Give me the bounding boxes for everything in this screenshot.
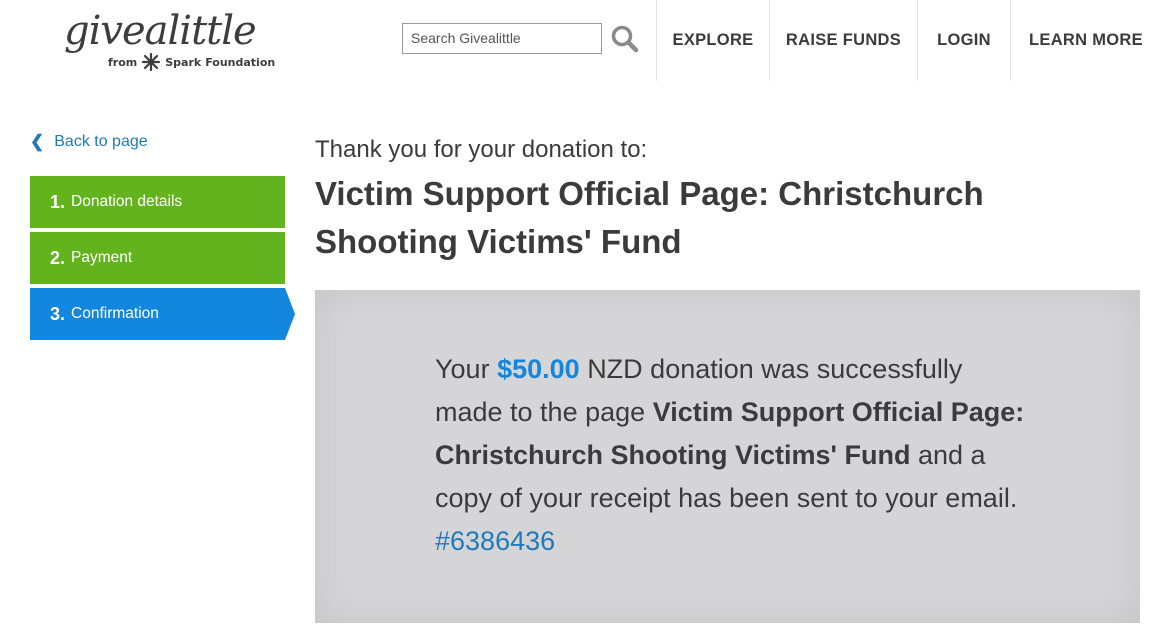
logo-from: from xyxy=(108,55,138,69)
back-to-page-link[interactable]: ❮ Back to page xyxy=(30,132,148,152)
nav-login[interactable]: LOGIN xyxy=(917,0,1010,81)
step-number: 3. xyxy=(50,303,66,324)
nav-raise-funds[interactable]: RAISE FUNDS xyxy=(769,0,917,81)
logo-brand: Spark xyxy=(165,55,202,69)
confirmation-prefix: Your xyxy=(435,354,490,384)
givealittle-logo[interactable]: givealittle from Spark Foundation xyxy=(64,8,275,72)
step-label: Payment xyxy=(71,249,133,266)
logo-tagline: from Spark Foundation xyxy=(108,52,275,72)
back-to-page-label: Back to page xyxy=(54,133,148,150)
logo-wordmark: givealittle xyxy=(64,8,257,54)
step-payment[interactable]: 2. Payment xyxy=(30,232,285,284)
search-input[interactable]: Search Givealittle xyxy=(402,23,602,54)
nav-explore[interactable]: EXPLORE xyxy=(656,0,769,81)
spark-star-icon xyxy=(142,52,161,72)
confirmation-panel: Your $50.00 NZD donation was successfull… xyxy=(315,290,1140,623)
step-confirmation: 3. Confirmation xyxy=(30,288,295,340)
step-donation-details[interactable]: 1. Donation details xyxy=(30,176,285,228)
search-icon[interactable] xyxy=(610,24,640,54)
chevron-left-icon: ❮ xyxy=(30,132,45,151)
receipt-reference-link[interactable]: #6386436 xyxy=(435,526,555,556)
logo-brand-suffix: Foundation xyxy=(205,55,276,69)
nav-learn-more[interactable]: LEARN MORE xyxy=(1010,0,1161,81)
page-title: Victim Support Official Page: Christchur… xyxy=(315,175,984,260)
thank-you-heading: Thank you for your donation to: xyxy=(315,136,648,163)
donation-amount: $50.00 xyxy=(497,354,580,384)
step-number: 1. xyxy=(50,191,66,212)
step-number: 2. xyxy=(50,247,66,268)
step-label: Confirmation xyxy=(71,305,159,322)
confirmation-message: Your $50.00 NZD donation was successfull… xyxy=(435,348,1035,563)
main-nav: EXPLORE RAISE FUNDS LOGIN LEARN MORE xyxy=(656,0,1161,81)
step-label: Donation details xyxy=(71,193,183,210)
